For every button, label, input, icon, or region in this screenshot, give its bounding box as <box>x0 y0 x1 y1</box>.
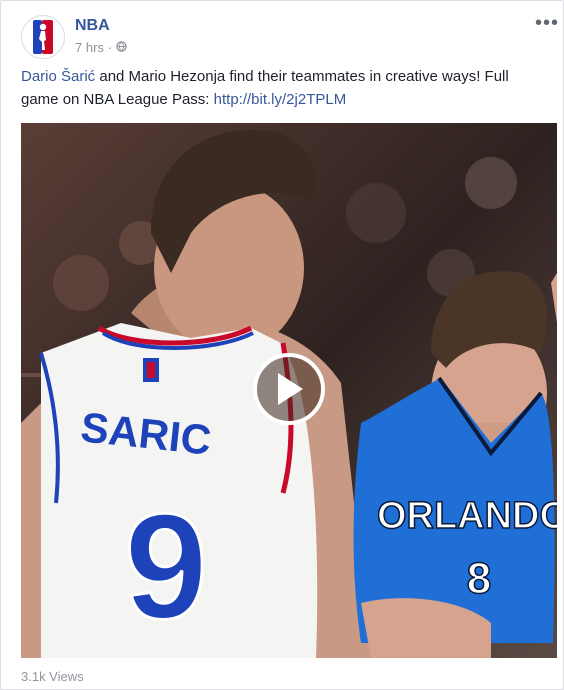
more-options-icon[interactable]: ••• <box>535 13 559 33</box>
view-count: 3.1k Views <box>21 669 84 684</box>
jersey-right-team: ORLANDO <box>377 495 557 537</box>
jersey-left-number: 9 <box>124 482 207 650</box>
post-card: NBA 7 hrs · ••• Dario Šarić and Mario He… <box>0 0 564 690</box>
post-text: Dario Šarić and Mario Hezonja find their… <box>21 65 541 111</box>
mention-dario-saric[interactable]: Dario Šarić <box>21 68 95 85</box>
post-meta: 7 hrs · <box>75 40 127 55</box>
post-header: NBA 7 hrs · ••• <box>21 13 558 59</box>
play-icon[interactable] <box>253 353 325 425</box>
meta-separator: · <box>107 40 113 55</box>
jersey-right-number: 8 <box>467 554 491 603</box>
nba-logo-icon[interactable] <box>21 15 65 59</box>
page-name-link[interactable]: NBA <box>75 17 110 35</box>
video-player[interactable]: SARIC 9 ORLANDO 8 <box>21 123 557 658</box>
globe-icon[interactable] <box>116 40 127 55</box>
post-link[interactable]: http://bit.ly/2j2TPLM <box>214 91 347 108</box>
timestamp[interactable]: 7 hrs <box>75 40 104 55</box>
